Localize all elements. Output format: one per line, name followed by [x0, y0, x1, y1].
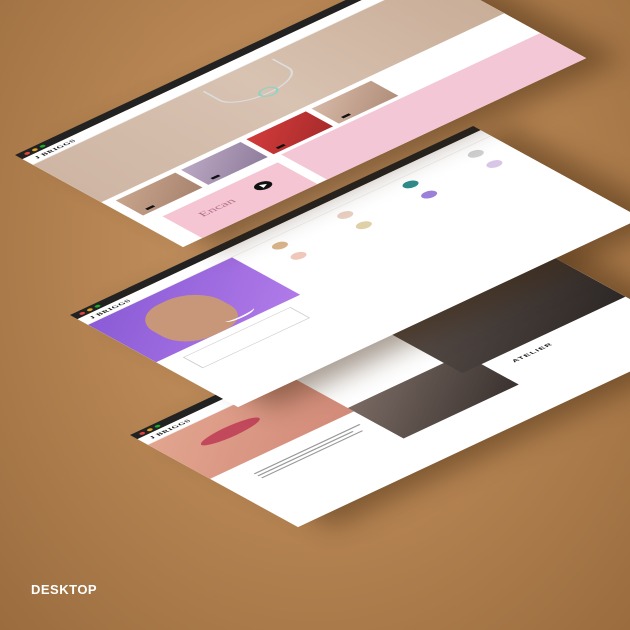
tile-caption: [210, 174, 221, 180]
earring-icon: [399, 178, 422, 190]
mockup-stage: J BRIGGS ATELIER J BRIGGS J BRIGGS Encan: [0, 0, 630, 630]
ring-icon: [334, 209, 357, 221]
tile-caption: [275, 143, 286, 149]
earring-icon: [483, 158, 506, 170]
play-icon[interactable]: [250, 179, 276, 192]
desktop-label: DESKTOP: [31, 582, 98, 597]
promo-title: Encan: [196, 197, 239, 219]
ring-icon: [268, 240, 292, 252]
earring-icon: [418, 189, 441, 201]
earring-icon: [352, 219, 375, 231]
craft-image: [347, 353, 519, 439]
tile-caption: [340, 113, 352, 119]
necklace-icon: [464, 148, 487, 160]
earring-icon: [287, 250, 310, 262]
lips-shape: [195, 414, 266, 449]
tile-caption: [145, 205, 156, 211]
